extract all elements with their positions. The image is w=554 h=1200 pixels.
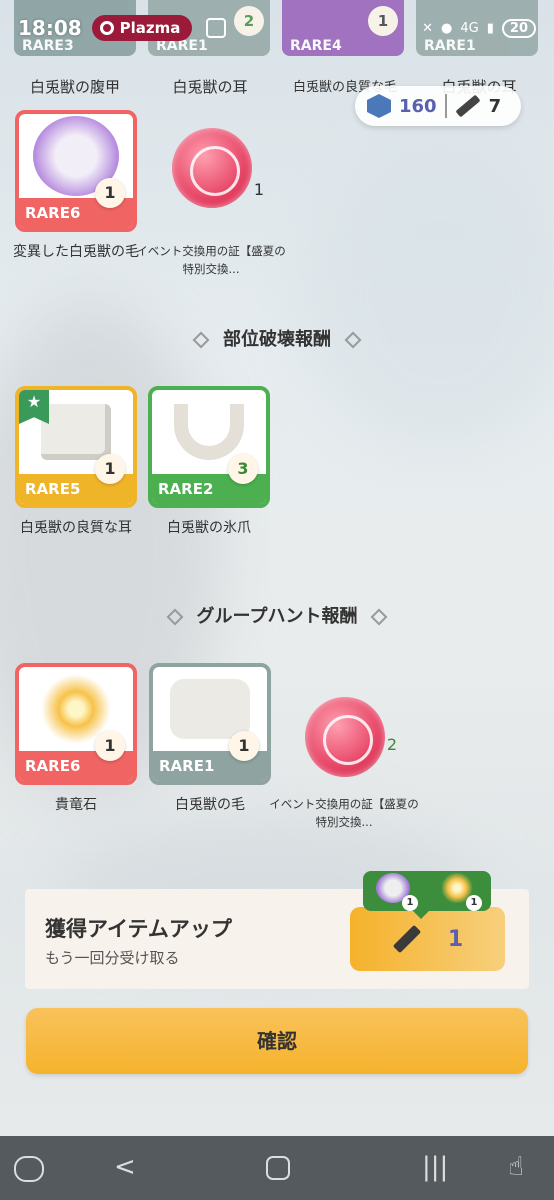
reward-item[interactable]: RARE6 1 変異した白兎獣の毛 [13,110,139,262]
knife-icon [455,94,481,118]
paw-gem-icon [367,94,391,118]
reward-item[interactable]: RARE6 1 貴竜石 [15,663,137,815]
item-card[interactable]: ★ RARE5 1 [15,386,137,508]
back-icon[interactable]: < [114,1152,136,1182]
knife-icon [392,924,421,954]
section-title: 部位破壊報酬 [223,329,331,350]
status-icons: ✕ ● 4G ▮ 20 [422,18,536,38]
battery-indicator: 20 [501,18,536,38]
event-token-icon [305,697,385,777]
item-name: 白兎獣の毛 [175,797,245,813]
item-card[interactable]: RARE6 1 [15,110,137,232]
reward-item[interactable]: RARE2 3 白兎獣の氷爪 [148,386,270,538]
gem-count: 160 [399,95,437,117]
event-token-icon [172,128,252,208]
bonus-subtitle: もう一回分受け取る [45,949,180,967]
item-card[interactable]: RARE1 1 [149,663,271,785]
reward-item[interactable]: RARE1 1 白兎獣の毛 [149,663,271,815]
item-card[interactable]: 2 [283,679,405,801]
signal-icon: ▮ [486,20,494,36]
record-icon [99,21,114,35]
bonus-title: 獲得アイテムアップ [45,917,232,941]
location-icon: ● [441,20,453,36]
item-count: 1 [95,731,125,761]
item-name: イベント交換用の証【盛夏の特別交換... [136,244,286,276]
item-name: 白兎獣の良質な耳 [20,520,132,536]
clock: 18:08 [18,16,82,40]
reward-item[interactable]: 1 イベント交換用の証【盛夏の特別交換... [136,110,286,278]
section-header: 部位破壊報酬 [0,325,554,351]
currency-display: 160 7 [355,86,521,126]
screenshot-icon [206,18,227,38]
mute-icon: ✕ [422,20,434,36]
item-name: 白兎獣の耳 [172,78,248,96]
item-card[interactable]: RARE2 3 [148,386,270,508]
item-name: 変異した白兎獣の毛 [13,244,139,260]
home-icon[interactable] [266,1156,290,1180]
touch-lock-icon[interactable]: ☝ [508,1152,524,1182]
preview-item: 1 [434,871,484,911]
item-card[interactable]: 1 [150,110,272,232]
item-count: 1 [253,180,264,199]
network-label: 4G [460,20,479,36]
item-count: 1 [229,731,259,761]
diamond-icon [192,331,210,349]
preview-count: 1 [402,895,418,911]
preview-item: 1 [370,871,420,911]
system-nav-bar: < ||| ☝ [0,1136,554,1200]
divider [444,94,447,118]
item-count: 3 [228,454,258,484]
knife-count: 7 [488,95,502,117]
item-count: 1 [95,454,125,484]
diamond-icon [344,331,362,349]
recent-apps-icon[interactable]: ||| [422,1152,448,1182]
knife-cost: 1 [447,926,464,952]
plazma-label: Plazma [119,19,181,37]
preview-count: 1 [466,895,482,911]
item-count: 1 [95,178,125,208]
section-title: グループハント報酬 [196,606,358,627]
item-count: 2 [386,735,397,754]
section-header: グループハント報酬 [0,602,554,628]
plazma-badge: Plazma [91,15,193,41]
bonus-preview-tooltip: 1 1 [363,871,491,919]
item-name: 白兎獣の氷爪 [167,520,251,536]
confirm-button[interactable]: 確認 [26,1008,528,1074]
item-name: 貴竜石 [55,797,97,813]
gamepad-icon[interactable] [14,1156,44,1182]
reward-item[interactable]: ★ RARE5 1 白兎獣の良質な耳 [15,386,137,538]
item-card[interactable]: RARE6 1 [15,663,137,785]
status-bar: 18:08 Plazma ✕ ● 4G ▮ 20 [0,0,554,56]
reward-item[interactable]: 2 イベント交換用の証【盛夏の特別交換... [269,663,419,831]
item-name: 白兎獣の腹甲 [29,78,120,96]
diamond-icon [370,608,388,626]
diamond-icon [166,608,184,626]
